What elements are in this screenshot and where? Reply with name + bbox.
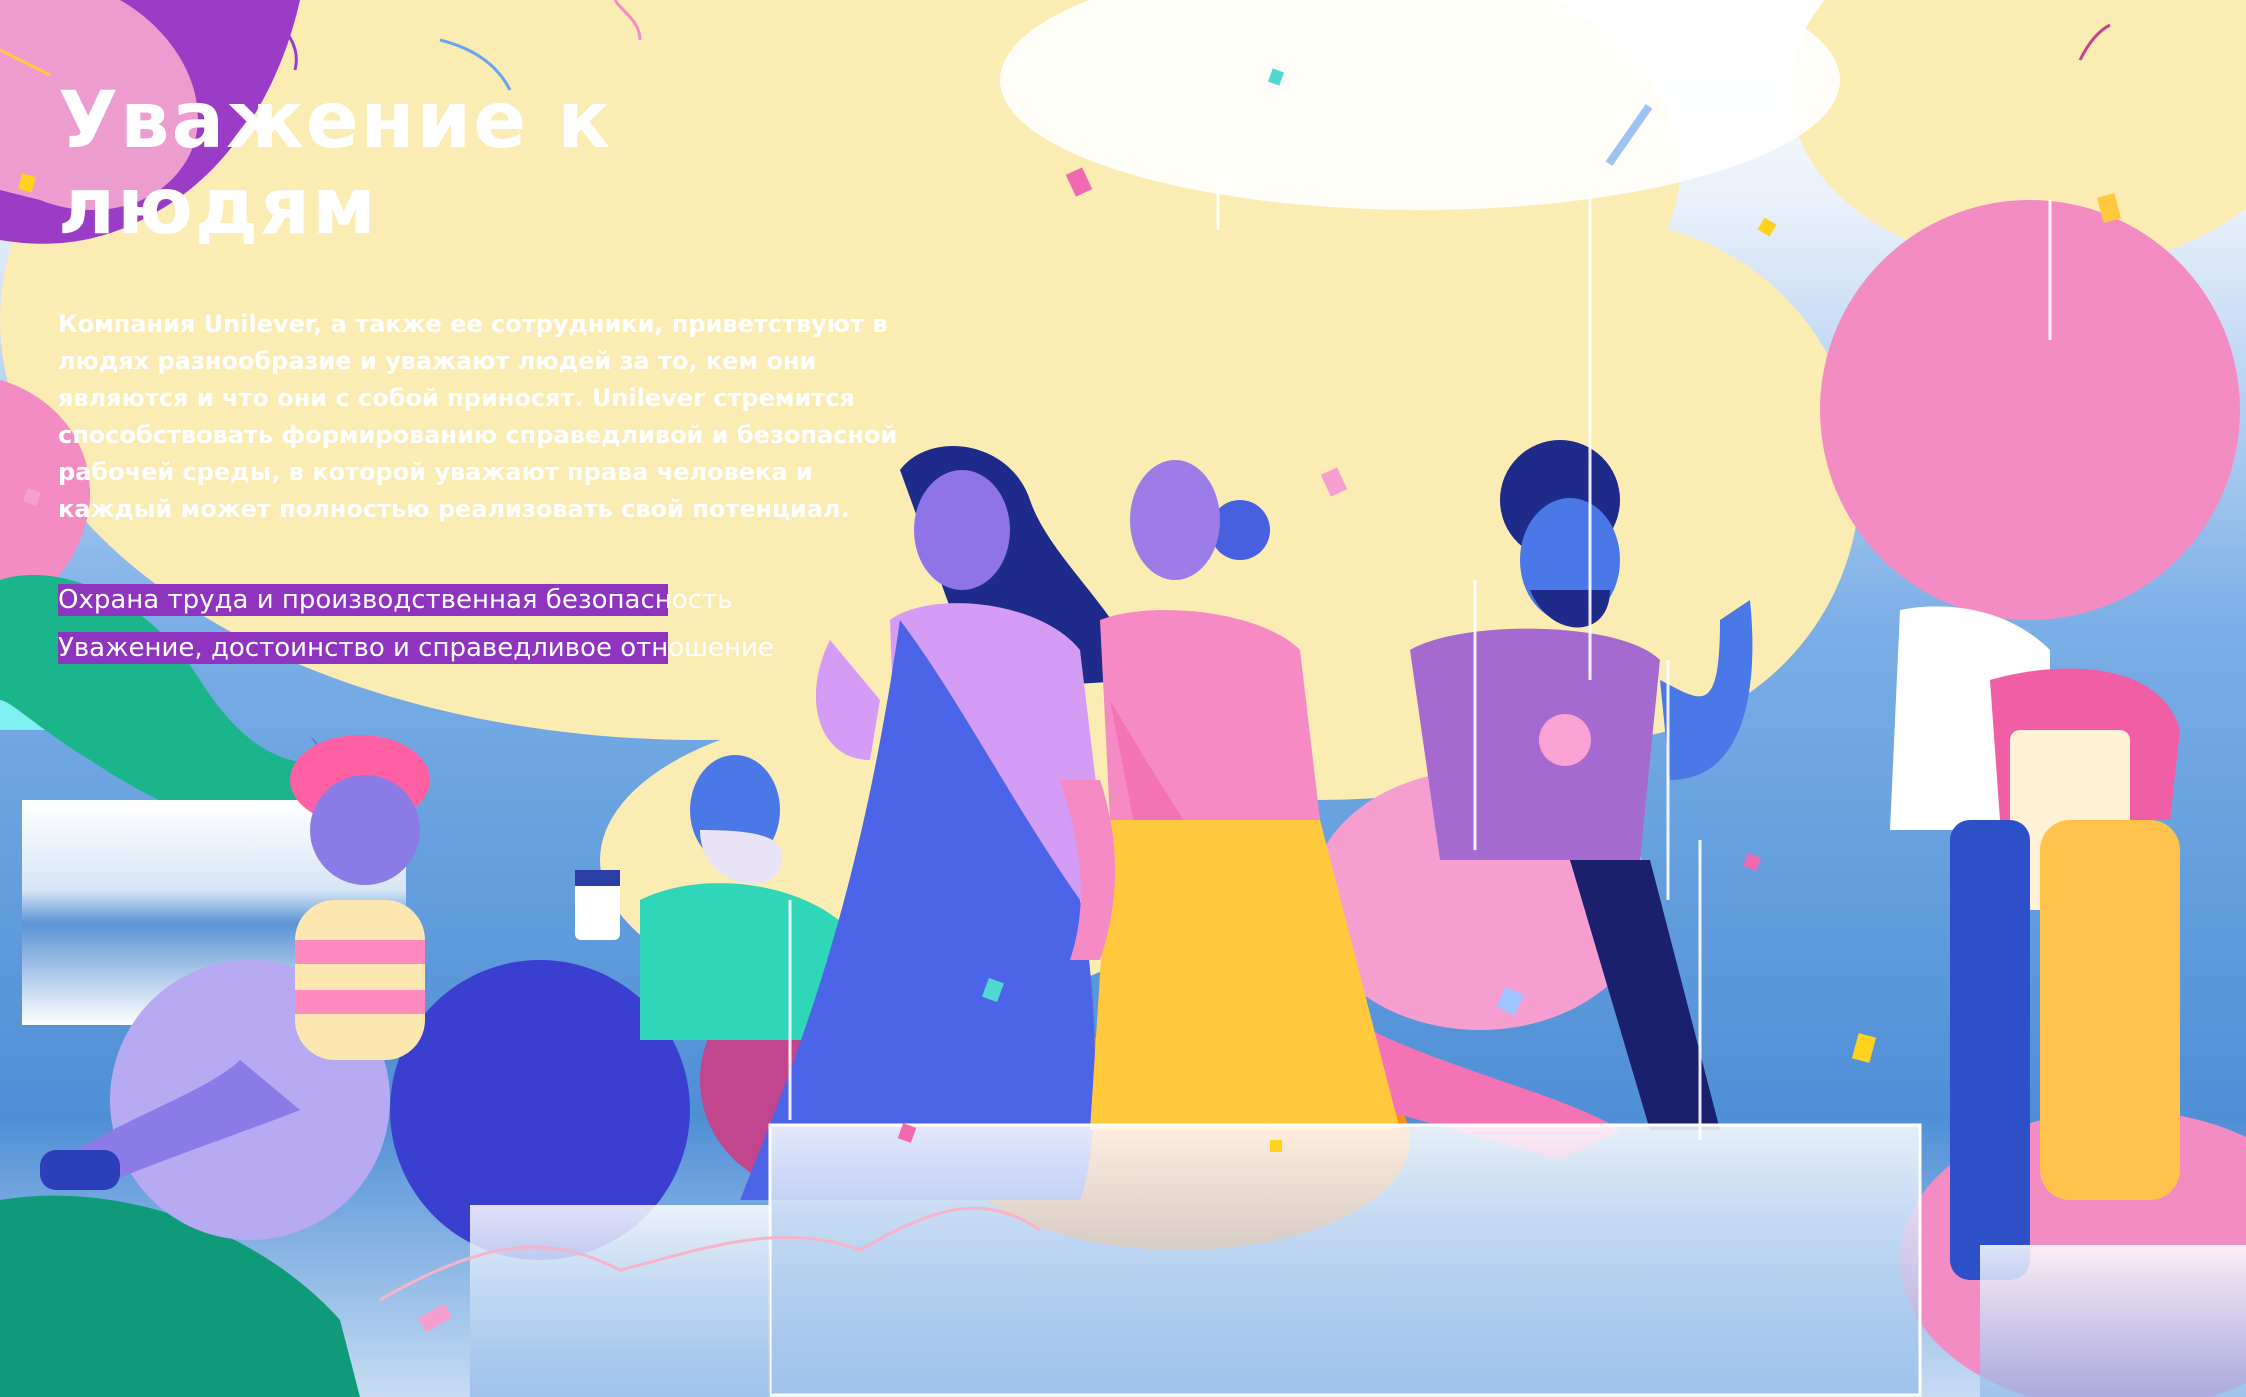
link-label: Охрана труда и производственная безопасн… [58, 585, 733, 615]
glass-panel-right [1980, 1245, 2246, 1397]
link-label: Уважение, достоинство и справедливое отн… [58, 633, 774, 663]
topic-links: Охрана труда и производственная безопасн… [58, 582, 938, 666]
glass-panel-left [470, 1205, 770, 1397]
glass-panel-center [768, 1123, 1922, 1397]
link-occupational-safety[interactable]: Охрана труда и производственная безопасн… [58, 582, 938, 618]
link-respect-dignity[interactable]: Уважение, достоинство и справедливое отн… [58, 630, 938, 666]
page: Уважение к людям Компания Unilever, а та… [0, 0, 2246, 1397]
content-block: Уважение к людям Компания Unilever, а та… [58, 78, 938, 678]
page-intro: Компания Unilever, а также ее сотрудники… [58, 310, 898, 523]
pink-puff-right [1820, 200, 2240, 620]
page-title: Уважение к людям [58, 76, 613, 252]
